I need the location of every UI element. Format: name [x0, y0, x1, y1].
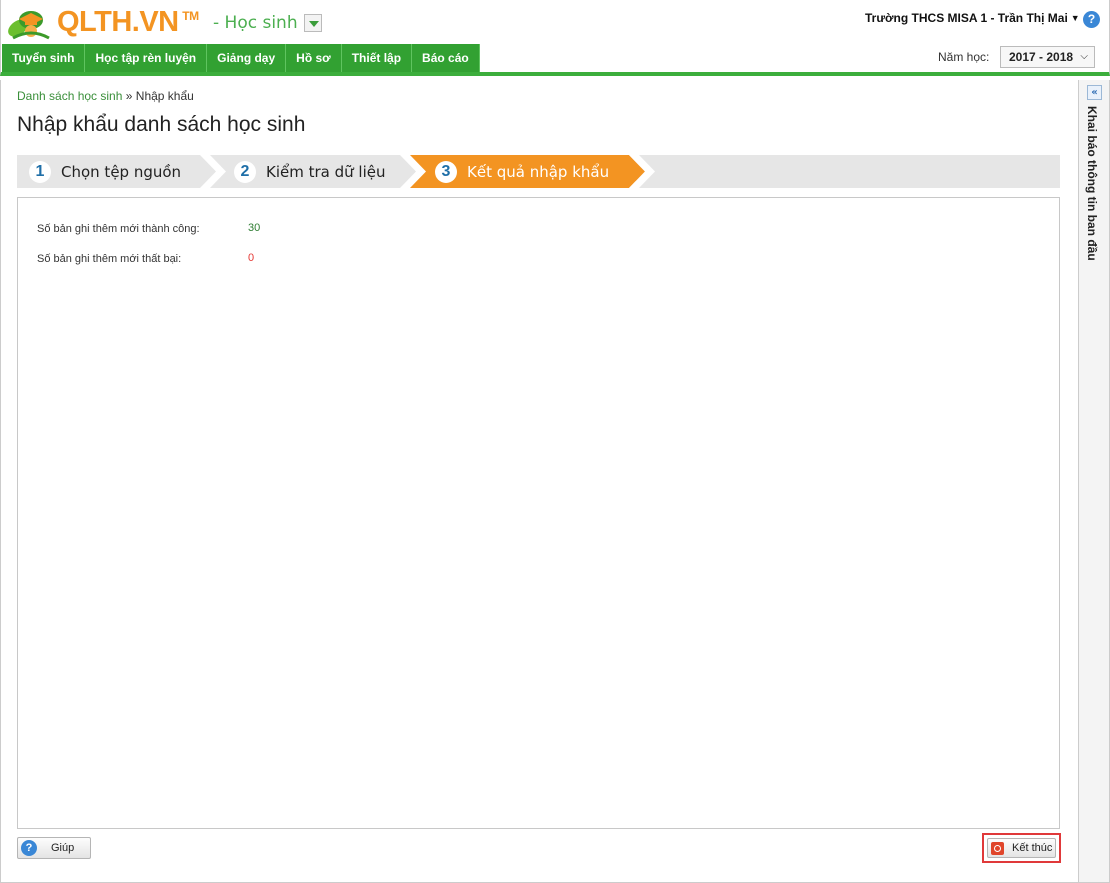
finish-button-label: Kết thúc [1012, 842, 1053, 854]
wizard-step-1: 1 Chọn tệp nguồn [29, 155, 181, 188]
step-number: 1 [29, 160, 51, 183]
user-menu[interactable]: Trường THCS MISA 1 - Trần Thị Mai ▼ [865, 11, 1080, 25]
success-count-value: 30 [248, 222, 261, 234]
school-year-value: 2017 - 2018 [1009, 50, 1074, 64]
trademark: TM [182, 9, 199, 23]
main-nav: Tuyển sinh Học tập rèn luyện Giảng dạy H… [0, 44, 1110, 76]
tab-ho-so[interactable]: Hồ sơ [286, 44, 342, 72]
breadcrumb-link-student-list[interactable]: Danh sách học sinh [17, 89, 122, 103]
step-number: 2 [234, 160, 256, 183]
help-button[interactable]: ? Giúp [17, 837, 91, 859]
failure-count-value: 0 [248, 252, 255, 264]
main-content: Danh sách học sinh » Nhập khẩu Nhập khẩu… [0, 80, 1078, 883]
nav-tabs: Tuyển sinh Học tập rèn luyện Giảng dạy H… [2, 44, 480, 72]
tab-hoc-tap-ren-luyen[interactable]: Học tập rèn luyện [85, 44, 208, 72]
expand-panel-icon[interactable]: « [1087, 85, 1102, 100]
caret-down-icon: ▼ [1070, 13, 1080, 23]
breadcrumb: Danh sách học sinh » Nhập khẩu [17, 89, 194, 103]
step-label: Chọn tệp nguồn [61, 162, 182, 181]
failure-count-label: Số bản ghi thêm mới thất bại: [37, 253, 182, 265]
school-year-select[interactable]: 2017 - 2018 ⌵ [1000, 46, 1095, 68]
finish-button[interactable]: Kết thúc [987, 838, 1056, 858]
logo[interactable]: QLTH.VN TM [5, 4, 199, 40]
side-panel-title[interactable]: Khai báo thông tin ban đầu [1085, 106, 1099, 261]
tab-tuyen-sinh[interactable]: Tuyển sinh [2, 44, 86, 72]
help-icon[interactable]: ? [1083, 11, 1100, 28]
logo-leaf-icon [8, 11, 50, 40]
school-year-label: Năm học: [938, 50, 990, 64]
finish-button-highlight: Kết thúc [982, 833, 1061, 863]
wizard-step-2: 2 Kiểm tra dữ liệu [234, 155, 386, 188]
breadcrumb-current: Nhập khẩu [135, 89, 194, 103]
step-label: Kết quả nhập khẩu [467, 162, 610, 181]
success-count-label: Số bản ghi thêm mới thành công: [37, 223, 200, 235]
power-icon [991, 841, 1004, 855]
tab-giang-day[interactable]: Giảng dạy [207, 44, 287, 72]
user-label: Trường THCS MISA 1 - Trần Thị Mai [865, 11, 1068, 25]
step-number: 3 [435, 160, 457, 183]
step-label: Kiểm tra dữ liệu [266, 162, 386, 181]
logo-text: QLTH.VN TM [57, 4, 199, 40]
chevron-down-icon: ⌵ [1080, 51, 1088, 62]
tab-thiet-lap[interactable]: Thiết lập [341, 44, 413, 72]
wizard-steps: 1 Chọn tệp nguồn 2 Kiểm tra dữ liệu 3 Kế… [17, 155, 1060, 188]
wizard-step-3: 3 Kết quả nhập khẩu [435, 155, 609, 188]
import-result-panel: Số bản ghi thêm mới thành công: 30 Số bả… [17, 197, 1060, 829]
page-title: Nhập khẩu danh sách học sinh [17, 113, 306, 136]
module-label: - Học sinh [213, 13, 298, 33]
chevron-down-icon[interactable] [303, 14, 322, 32]
breadcrumb-separator: » [125, 89, 133, 103]
app-header: QLTH.VN TM - Học sinh Trường THCS MISA 1… [0, 0, 1110, 44]
help-icon: ? [21, 840, 37, 856]
help-button-label: Giúp [51, 842, 75, 854]
tab-bao-cao[interactable]: Báo cáo [412, 44, 480, 72]
side-panel: « Khai báo thông tin ban đầu [1078, 80, 1110, 883]
module-switcher[interactable]: - Học sinh [213, 13, 322, 33]
